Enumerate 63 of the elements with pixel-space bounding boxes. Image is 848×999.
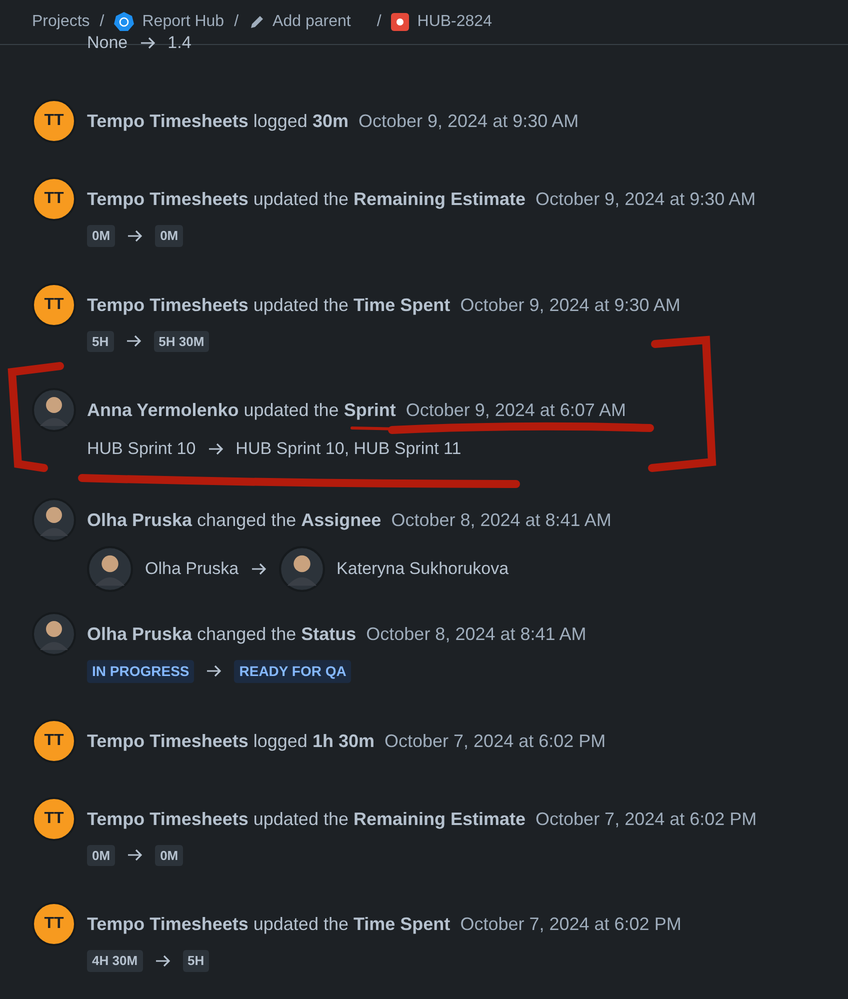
activity-date: October 9, 2024 at 9:30 AM (460, 294, 680, 316)
breadcrumb-separator: / (234, 12, 239, 32)
user-name: Kateryna Sukhorukova (336, 558, 509, 580)
activity-headline: Olha Pruska changed the Status (87, 622, 356, 646)
user-avatar-icon (87, 546, 133, 592)
activity-headline: Anna Yermolenko updated the Sprint (87, 399, 396, 422)
avatar: TT (32, 796, 76, 840)
arrow-right-icon (154, 954, 171, 967)
value-tag: 5H 30M (154, 330, 210, 352)
breadcrumb-link[interactable]: HUB-2824 (417, 10, 492, 34)
activity-headline: Tempo Timesheets updated the Remaining Estimate (87, 808, 526, 831)
activity-date: October 9, 2024 at 6:07 AM (406, 399, 626, 422)
value-tag: 0M (155, 225, 184, 246)
activity-date: October 7, 2024 at 6:02 PM (460, 913, 682, 936)
arrow-right-icon (127, 230, 144, 242)
breadcrumb-separator: / (100, 12, 104, 32)
issue-icon (391, 13, 410, 31)
activity-date: October 7, 2024 at 6:02 PM (536, 808, 757, 830)
activity-headline: Olha Pruska changed the Assignee (87, 508, 382, 532)
activity-headline: Tempo Timesheets logged 1h 30m (87, 730, 374, 753)
arrow-right-icon (250, 562, 267, 574)
breadcrumb-link[interactable]: Add parent (272, 10, 351, 34)
pencil-icon (248, 14, 265, 30)
arrow-right-icon (140, 37, 156, 49)
user-name: Olha Pruska (145, 558, 239, 580)
arrow-right-icon (206, 665, 222, 677)
avatar: TT (32, 177, 76, 221)
activity-date: October 7, 2024 at 6:02 PM (384, 730, 606, 752)
value-text: 1.4 (168, 32, 192, 54)
avatar-icon (32, 498, 76, 542)
avatar: TT (32, 718, 76, 762)
value-text: HUB Sprint 10 (87, 438, 196, 460)
value-tag: 0M (155, 844, 184, 866)
avatar: TT (32, 282, 76, 326)
activity-date: October 9, 2024 at 9:30 AM (536, 188, 756, 211)
arrow-right-icon (208, 442, 224, 455)
avatar-icon (32, 388, 76, 432)
value-tag: 5H (87, 330, 114, 352)
arrow-right-icon (126, 335, 142, 348)
value-tag: 5H (182, 950, 210, 972)
avatar: TT (32, 902, 76, 946)
activity-headline: Tempo Timesheets updated the Time Spent (87, 294, 450, 317)
activity-date: October 8, 2024 at 8:41 AM (366, 622, 586, 646)
activity-headline: Tempo Timesheets logged 30m (87, 110, 348, 133)
activity-headline: Tempo Timesheets updated the Remaining Estimate (87, 188, 526, 211)
activity-date: October 8, 2024 at 8:41 AM (391, 508, 612, 532)
value-tag: 4H 30M (87, 950, 143, 972)
breadcrumb-separator: / (376, 12, 382, 32)
avatar: TT (32, 99, 76, 143)
value-text: None (87, 32, 128, 54)
value-text: HUB Sprint 10, HUB Sprint 11 (236, 438, 462, 460)
value-tag: 0M (87, 225, 116, 246)
breadcrumb-link[interactable]: Report Hub (142, 10, 224, 34)
arrow-right-icon (127, 849, 144, 862)
user-avatar-icon (278, 546, 325, 592)
activity-date: October 9, 2024 at 9:30 AM (358, 110, 579, 133)
activity-headline: Tempo Timesheets updated the Time Spent (87, 913, 450, 936)
status-lozenge: IN PROGRESS (87, 660, 194, 682)
avatar-icon (32, 612, 76, 656)
breadcrumb-link[interactable]: Projects (32, 10, 90, 34)
status-lozenge: READY FOR QA (234, 660, 352, 682)
value-tag: 0M (87, 844, 116, 866)
project-icon (114, 12, 134, 32)
